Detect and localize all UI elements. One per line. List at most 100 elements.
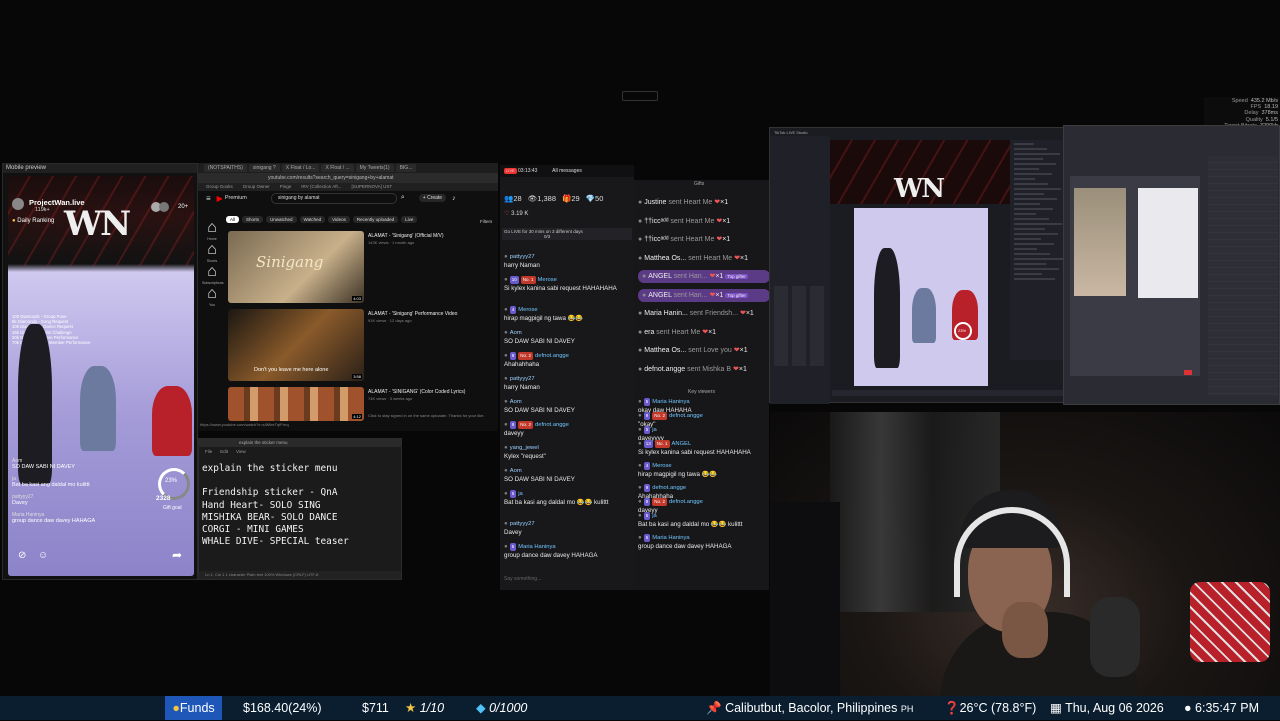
share-icon[interactable]: ➦ bbox=[172, 548, 182, 562]
filter-chip[interactable]: Live bbox=[401, 216, 418, 223]
side-nav-item[interactable]: ⌂ Subscriptions bbox=[202, 263, 224, 285]
chat-message: ● Aom SO DAW SABI NI DAVEY bbox=[504, 398, 630, 414]
chat-username[interactable]: pattyyy27 bbox=[510, 521, 535, 527]
chat-username[interactable]: ja bbox=[652, 427, 657, 433]
chat-username[interactable]: ANGEL bbox=[672, 441, 692, 447]
browser-tab[interactable]: BIG... bbox=[395, 164, 417, 172]
chat-stat-icon: 👁 bbox=[527, 194, 538, 203]
filter-chip[interactable]: Recently uploaded bbox=[352, 216, 399, 223]
chat-input[interactable]: Say something... bbox=[504, 576, 630, 582]
secondary-preview bbox=[1074, 188, 1126, 296]
user-avatar-icon: ● bbox=[504, 421, 508, 428]
gift-goal-percent: 23% bbox=[165, 478, 178, 484]
user-avatar-icon: ● bbox=[504, 352, 508, 359]
chat-stat-value: 50 bbox=[595, 194, 604, 203]
chat-username[interactable]: defnot.angge bbox=[535, 422, 569, 428]
chat-username[interactable]: Aom bbox=[510, 468, 522, 474]
bookmark-item[interactable]: Group Gooks bbox=[206, 183, 233, 191]
browser-tab[interactable]: (NOTSPAITHS) bbox=[204, 164, 247, 172]
filter-chip[interactable]: Shorts bbox=[242, 216, 264, 223]
address-bar[interactable]: youtube.com/results?search_query=sinigan… bbox=[198, 173, 498, 183]
chat-username[interactable]: yang_jewel bbox=[510, 445, 539, 451]
video-title[interactable]: ALAMAT - 'Sinigang' Performance Video bbox=[368, 311, 457, 317]
filter-chip[interactable]: All bbox=[226, 216, 240, 223]
filter-chip[interactable]: Watched bbox=[299, 216, 326, 223]
video-title[interactable]: ALAMAT - 'SINIGANG' (Color Coded Lyrics) bbox=[368, 389, 465, 395]
follower-count: 119k+ bbox=[35, 207, 50, 213]
studio-canvas[interactable]: 23% bbox=[854, 208, 988, 386]
gifter-name[interactable]: defnot.angge bbox=[644, 366, 687, 373]
chat-username[interactable]: Aom bbox=[510, 330, 522, 336]
gifter-name[interactable]: Maria Hanin... bbox=[644, 310, 690, 317]
gift-panel: Gifts ● Justine sent Heart Me ❤×1 ● ††iccᵃᵈ… bbox=[634, 180, 770, 590]
chat-username[interactable]: defnot.angge bbox=[535, 353, 569, 359]
funds-button[interactable]: ●Funds bbox=[165, 696, 222, 720]
browser-tab[interactable]: X Float / Lo... bbox=[281, 164, 320, 172]
gift-item: ● ††iccᵃᵈᵈ sent Heart Me ❤×1 bbox=[638, 233, 766, 246]
chat-username[interactable]: defnot.angge bbox=[669, 413, 703, 419]
link-icon[interactable]: ⊘ bbox=[18, 550, 26, 561]
notepad-menu-item[interactable]: View bbox=[236, 447, 246, 456]
gift-action: sent Mishka B bbox=[687, 365, 733, 373]
gifter-name[interactable]: ††iccᵃᵈᵈ bbox=[644, 218, 670, 225]
side-nav-item[interactable]: ⌂ Home bbox=[202, 219, 222, 241]
chat-tab-all[interactable]: All messages bbox=[552, 168, 582, 174]
chat-username[interactable]: Merose bbox=[652, 463, 671, 469]
brand-logo: WN bbox=[64, 204, 131, 244]
filter-chip[interactable]: Unwatched bbox=[266, 216, 297, 223]
chat-username[interactable]: ja bbox=[518, 491, 523, 497]
chat-username[interactable]: Merose bbox=[538, 277, 557, 283]
chat-username[interactable]: Merose bbox=[518, 307, 537, 313]
gifter-name[interactable]: ANGEL bbox=[648, 273, 673, 280]
gifter-name[interactable]: era bbox=[644, 329, 656, 336]
search-icon[interactable]: ⌕ bbox=[401, 194, 405, 202]
chat-username[interactable]: ja bbox=[652, 513, 657, 519]
notification-icon[interactable]: ♪ bbox=[452, 195, 456, 202]
video-thumbnail[interactable]: Sinigang 4:03 bbox=[228, 231, 364, 303]
filter-chip[interactable]: Videos bbox=[328, 216, 350, 223]
gifter-name[interactable]: ††iccᵃᵈᵈ bbox=[644, 236, 670, 243]
bookmark-item[interactable]: Group Owner bbox=[243, 183, 270, 191]
menu-icon[interactable]: ≡ bbox=[206, 194, 211, 203]
gifter-name[interactable]: ANGEL bbox=[648, 292, 673, 299]
people-icon[interactable]: ☺ bbox=[38, 550, 48, 561]
video-thumbnail[interactable]: Don't you leave me here alone 3:58 bbox=[228, 309, 364, 381]
filters-button[interactable]: Filters bbox=[480, 219, 492, 224]
bookmark-item[interactable]: Pinge bbox=[280, 183, 292, 191]
chat-username[interactable]: pattyyy27 bbox=[510, 254, 535, 260]
bookmark-item[interactable]: IRV (Collection Aft... bbox=[301, 183, 341, 191]
side-nav-item[interactable]: ⌂ You bbox=[202, 285, 222, 307]
bookmark-item[interactable]: [SUPERNOVA] UST bbox=[351, 183, 392, 191]
notepad-content[interactable]: explain the sticker menu Friendship stic… bbox=[202, 463, 349, 548]
chat-username[interactable]: defnot.angge bbox=[652, 485, 686, 491]
daily-ranking[interactable]: ● Daily Ranking bbox=[12, 218, 54, 224]
video-thumbnail[interactable]: 4:12 bbox=[228, 387, 364, 421]
gifter-name[interactable]: Matthea Os... bbox=[644, 255, 688, 262]
chat-username[interactable]: pattyyy27 bbox=[510, 376, 535, 382]
video-note: Click to stay signed in on the same uplo… bbox=[368, 413, 485, 418]
browser-tab[interactable]: sinigang ? bbox=[248, 164, 280, 172]
search-input[interactable]: sinigang by alamat bbox=[270, 192, 397, 204]
chat-message: ● 9 No. 2 defnot.angge Ahahahhaha bbox=[504, 352, 630, 368]
channel-avatar[interactable] bbox=[12, 198, 24, 210]
side-nav-item[interactable]: ⌂ Shorts bbox=[202, 241, 222, 263]
create-button[interactable]: + Create bbox=[418, 194, 447, 202]
chat-stat: 👁1,388 bbox=[528, 194, 556, 203]
chat-username[interactable]: Aom bbox=[510, 399, 522, 405]
user-badge: 5 bbox=[643, 426, 651, 434]
rating: ★ 1/10 bbox=[405, 696, 444, 720]
video-title[interactable]: ALAMAT - 'Sinigang' (Official M/V) bbox=[368, 233, 444, 239]
notepad-menu-item[interactable]: Edit bbox=[220, 447, 228, 456]
chat-stat-icon: 👥 bbox=[504, 194, 514, 203]
chat-username[interactable]: Maria Haninya bbox=[652, 535, 689, 541]
browser-tab[interactable]: My Tweets(1) bbox=[355, 164, 394, 172]
youtube-logo-icon[interactable]: ▶ bbox=[217, 194, 223, 203]
notepad-menu-item[interactable]: File bbox=[205, 447, 212, 456]
chat-username[interactable]: Maria Haninya bbox=[518, 544, 555, 550]
browser-tab[interactable]: X Float / ... bbox=[321, 164, 354, 172]
chat-username[interactable]: Maria Haninya bbox=[652, 399, 689, 405]
chat-username[interactable]: defnot.angge bbox=[669, 499, 703, 505]
gifter-name[interactable]: Justine bbox=[644, 199, 668, 206]
gifter-name[interactable]: Matthea Os... bbox=[644, 347, 688, 354]
secondary-button[interactable] bbox=[1184, 370, 1192, 375]
